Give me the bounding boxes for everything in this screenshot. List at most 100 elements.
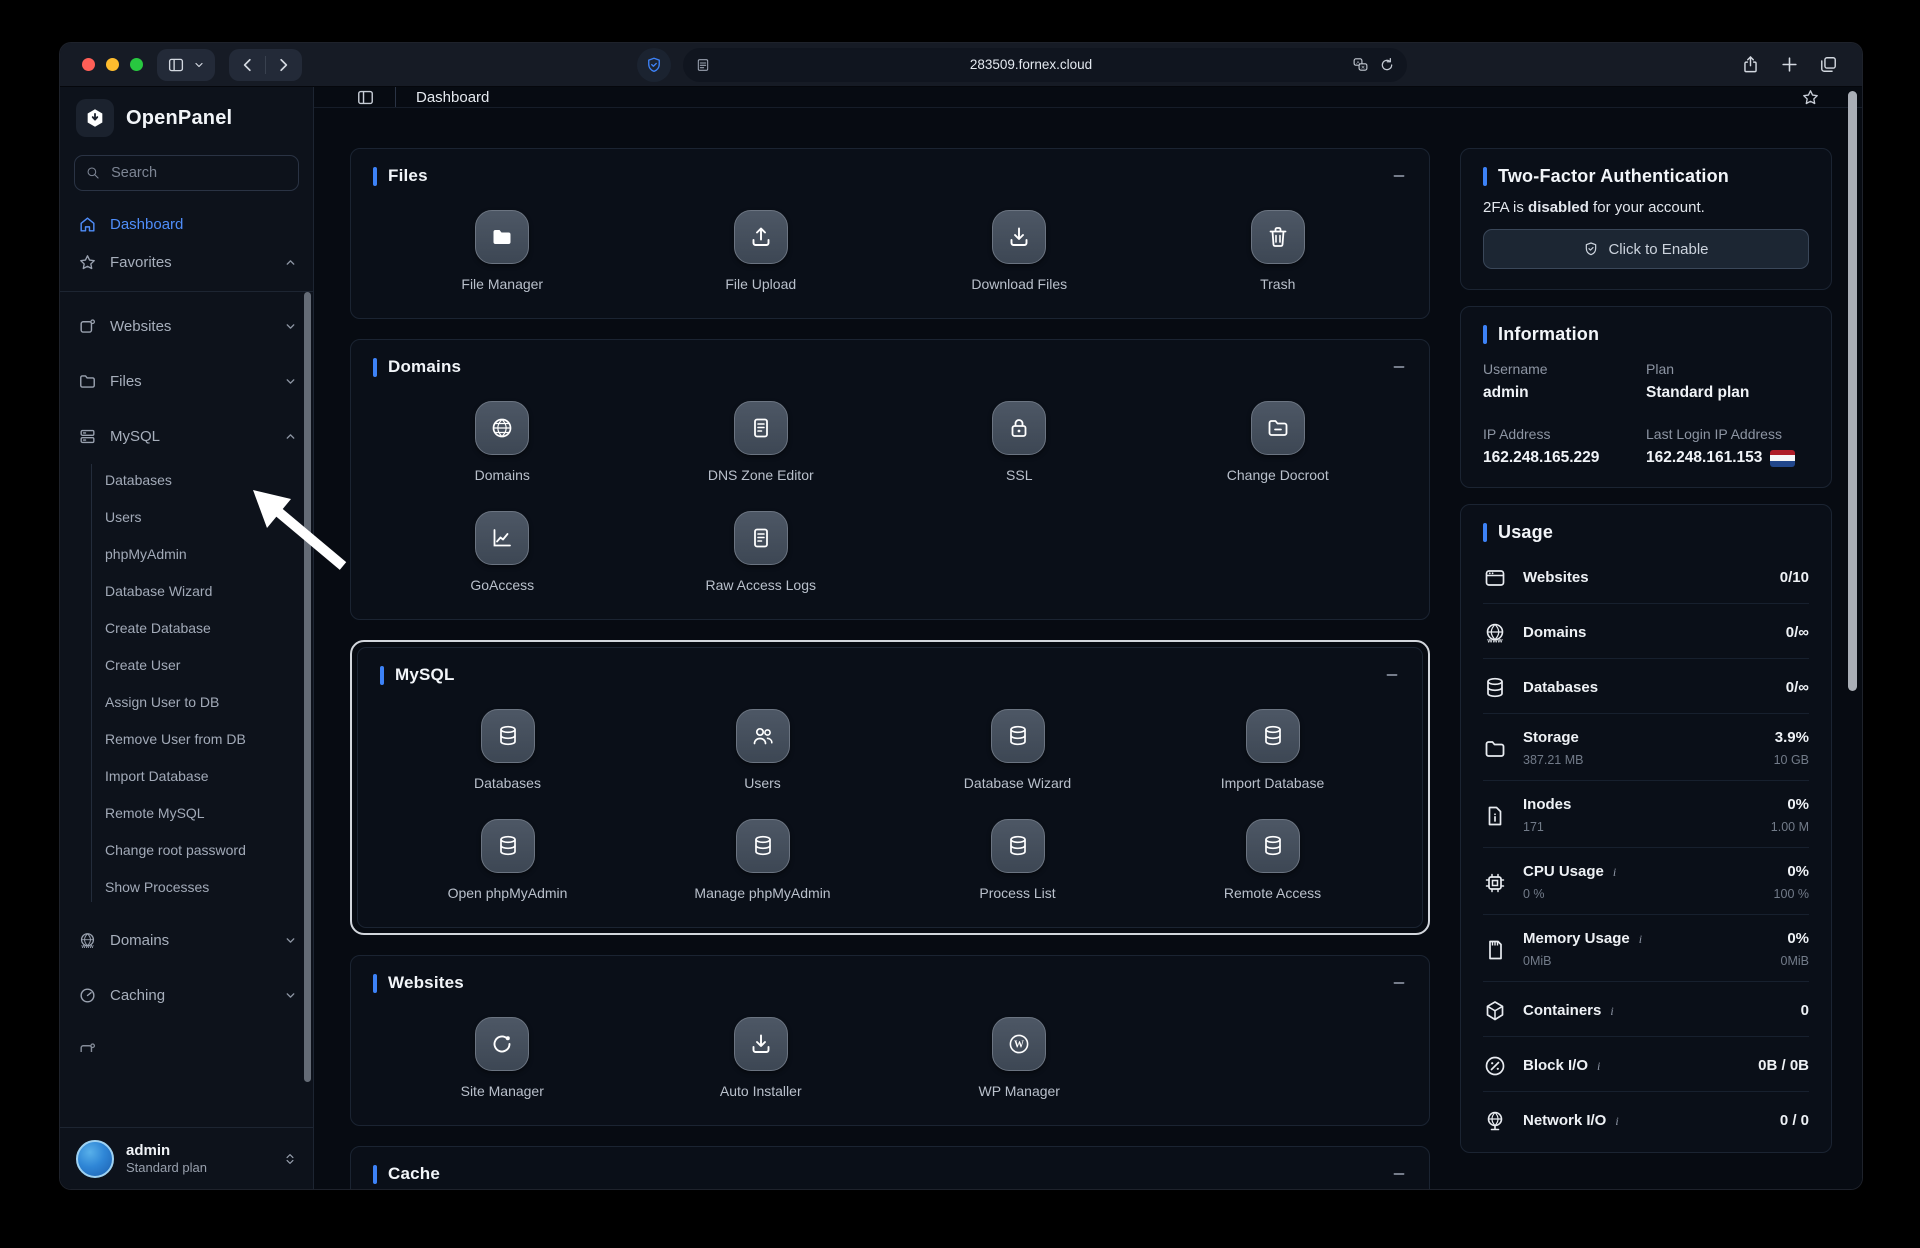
tabs-overview-icon[interactable] bbox=[1819, 55, 1838, 74]
close-window-button[interactable] bbox=[82, 58, 95, 71]
sidebar-item-caching[interactable]: Caching bbox=[60, 973, 313, 1017]
back-icon[interactable] bbox=[239, 56, 257, 74]
tool-database-wizard[interactable]: Database Wizard bbox=[890, 709, 1145, 791]
upload-icon[interactable] bbox=[734, 210, 788, 264]
info-icon[interactable]: i bbox=[1597, 1059, 1600, 1074]
chevron-up-icon[interactable] bbox=[284, 256, 297, 269]
panel-toggle-icon[interactable] bbox=[356, 88, 375, 107]
submenu-item-database-wizard[interactable]: Database Wizard bbox=[60, 573, 313, 610]
tool-ssl[interactable]: SSL bbox=[890, 401, 1149, 483]
tool-change-docroot[interactable]: Change Docroot bbox=[1149, 401, 1408, 483]
chevron-down-icon[interactable] bbox=[284, 375, 297, 388]
tool-remote-access[interactable]: Remote Access bbox=[1145, 819, 1400, 901]
collapse-icon[interactable] bbox=[1391, 168, 1407, 184]
tool-site-manager[interactable]: Site Manager bbox=[373, 1017, 632, 1099]
collapse-icon[interactable] bbox=[1391, 359, 1407, 375]
sidebar-toggle-group[interactable] bbox=[157, 49, 215, 81]
chevron-down-icon[interactable] bbox=[284, 989, 297, 1002]
folder-edit-icon[interactable] bbox=[1251, 401, 1305, 455]
sidebar-item-dashboard[interactable]: Dashboard bbox=[60, 205, 313, 243]
info-icon[interactable]: i bbox=[1610, 1004, 1613, 1019]
users-icon[interactable] bbox=[736, 709, 790, 763]
forward-icon[interactable] bbox=[274, 56, 292, 74]
tool-databases[interactable]: Databases bbox=[380, 709, 635, 791]
favorite-page-icon[interactable] bbox=[1801, 88, 1820, 107]
submenu-item-import-database[interactable]: Import Database bbox=[60, 758, 313, 795]
document-icon[interactable] bbox=[734, 401, 788, 455]
reload-icon[interactable] bbox=[1379, 57, 1395, 73]
tool-users[interactable]: Users bbox=[635, 709, 890, 791]
lock-icon[interactable] bbox=[992, 401, 1046, 455]
share-icon[interactable] bbox=[1741, 55, 1760, 74]
database-icon[interactable] bbox=[991, 709, 1045, 763]
url-bar[interactable]: 283509.fornex.cloud bbox=[683, 48, 1407, 82]
sidebar-item-domains[interactable]: Domains bbox=[60, 918, 313, 962]
enable-2fa-button[interactable]: Click to Enable bbox=[1483, 229, 1809, 269]
database-icon[interactable] bbox=[481, 819, 535, 873]
info-icon[interactable]: i bbox=[1615, 1114, 1618, 1129]
download-icon[interactable] bbox=[734, 1017, 788, 1071]
window-scrollbar[interactable] bbox=[1848, 91, 1857, 691]
submenu-item-create-user[interactable]: Create User bbox=[60, 647, 313, 684]
submenu-item-remote-mysql[interactable]: Remote MySQL bbox=[60, 795, 313, 832]
database-icon[interactable] bbox=[1246, 709, 1300, 763]
submenu-item-change-root-password[interactable]: Change root password bbox=[60, 832, 313, 869]
reader-icon[interactable] bbox=[695, 57, 711, 73]
url-text[interactable]: 283509.fornex.cloud bbox=[711, 57, 1352, 72]
chevron-down-icon[interactable] bbox=[284, 934, 297, 947]
new-tab-icon[interactable] bbox=[1780, 55, 1799, 74]
sidebar-item-mysql[interactable]: MySQL bbox=[60, 414, 313, 458]
chevron-updown-icon[interactable] bbox=[283, 1151, 297, 1167]
trash-icon[interactable] bbox=[1251, 210, 1305, 264]
tool-dns-zone-editor[interactable]: DNS Zone Editor bbox=[632, 401, 891, 483]
sidebar-scrollbar[interactable] bbox=[304, 292, 311, 1082]
info-icon[interactable]: i bbox=[1639, 932, 1642, 947]
tool-trash[interactable]: Trash bbox=[1149, 210, 1408, 292]
database-icon[interactable] bbox=[991, 819, 1045, 873]
database-icon[interactable] bbox=[481, 709, 535, 763]
submenu-item-assign-user-to-db[interactable]: Assign User to DB bbox=[60, 684, 313, 721]
tool-download-files[interactable]: Download Files bbox=[890, 210, 1149, 292]
tool-raw-access-logs[interactable]: Raw Access Logs bbox=[632, 511, 891, 593]
submenu-item-show-processes[interactable]: Show Processes bbox=[60, 869, 313, 906]
submenu-item-databases[interactable]: Databases bbox=[60, 462, 313, 499]
collapse-icon[interactable] bbox=[1384, 667, 1400, 683]
minimize-window-button[interactable] bbox=[106, 58, 119, 71]
document-icon[interactable] bbox=[734, 511, 788, 565]
database-icon[interactable] bbox=[736, 819, 790, 873]
collapse-icon[interactable] bbox=[1391, 975, 1407, 991]
search-input[interactable] bbox=[109, 164, 287, 182]
submenu-item-users[interactable]: Users bbox=[60, 499, 313, 536]
sidebar-item-files[interactable]: Files bbox=[60, 359, 313, 403]
chart-icon[interactable] bbox=[475, 511, 529, 565]
submenu-item-remove-user-from-db[interactable]: Remove User from DB bbox=[60, 721, 313, 758]
folder-icon[interactable] bbox=[475, 210, 529, 264]
password-shield-icon[interactable] bbox=[637, 48, 671, 82]
search-box[interactable] bbox=[74, 155, 299, 191]
sidebar-toggle-icon[interactable] bbox=[167, 56, 185, 74]
info-icon[interactable]: i bbox=[1613, 865, 1616, 880]
zoom-window-button[interactable] bbox=[130, 58, 143, 71]
tool-process-list[interactable]: Process List bbox=[890, 819, 1145, 901]
submenu-item-phpmyadmin[interactable]: phpMyAdmin bbox=[60, 536, 313, 573]
submenu-item-create-database[interactable]: Create Database bbox=[60, 610, 313, 647]
tool-wp-manager[interactable]: WP Manager bbox=[890, 1017, 1149, 1099]
tool-file-upload[interactable]: File Upload bbox=[632, 210, 891, 292]
chevron-up-icon[interactable] bbox=[284, 430, 297, 443]
account-switcher[interactable]: admin Standard plan bbox=[60, 1127, 313, 1190]
download-icon[interactable] bbox=[992, 210, 1046, 264]
tool-file-manager[interactable]: File Manager bbox=[373, 210, 632, 292]
database-icon[interactable] bbox=[1246, 819, 1300, 873]
collapse-icon[interactable] bbox=[1391, 1166, 1407, 1182]
refresh-icon[interactable] bbox=[475, 1017, 529, 1071]
chevron-down-icon[interactable] bbox=[284, 320, 297, 333]
globe-icon[interactable] bbox=[475, 401, 529, 455]
translate-icon[interactable] bbox=[1352, 56, 1369, 73]
tool-auto-installer[interactable]: Auto Installer bbox=[632, 1017, 891, 1099]
chevron-down-icon[interactable] bbox=[193, 59, 205, 71]
tool-domains[interactable]: Domains bbox=[373, 401, 632, 483]
sidebar-item-favorites[interactable]: Favorites bbox=[60, 243, 313, 281]
tool-manage-phpmyadmin[interactable]: Manage phpMyAdmin bbox=[635, 819, 890, 901]
sidebar-item-websites[interactable]: Websites bbox=[60, 304, 313, 348]
tool-open-phpmyadmin[interactable]: Open phpMyAdmin bbox=[380, 819, 635, 901]
